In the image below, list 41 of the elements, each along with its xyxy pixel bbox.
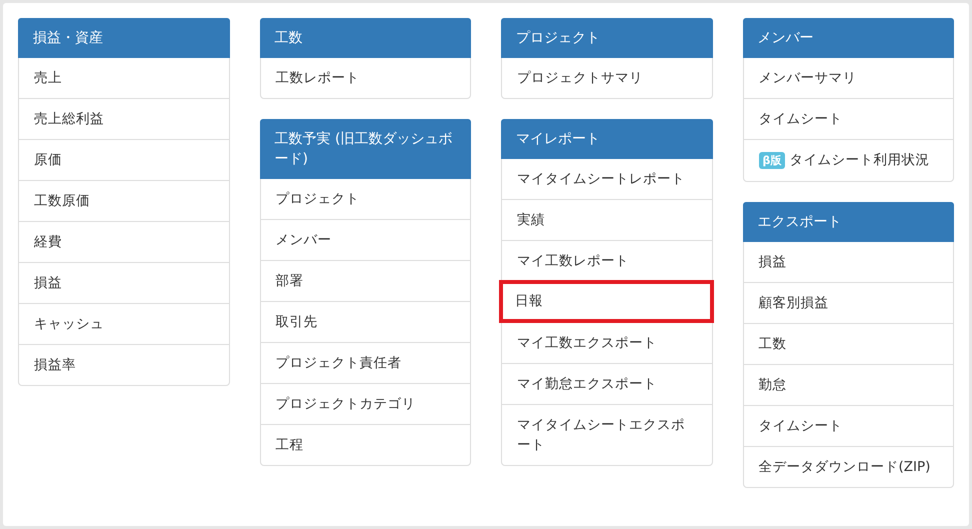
menu-link[interactable]: 勤怠 [744, 364, 953, 405]
panel-title: エクスポート [742, 202, 954, 242]
menu-link[interactable]: 経費 [19, 221, 228, 262]
menu-link[interactable]: 日報 [499, 280, 714, 323]
panel-title: 工数 [260, 18, 471, 58]
menu-link[interactable]: メンバーサマリ [744, 58, 953, 98]
beta-badge: β版 [758, 152, 786, 169]
menu-link[interactable]: マイ工数レポート [502, 240, 712, 281]
menu-link[interactable]: 売上総利益 [19, 98, 228, 139]
menu-link[interactable]: 全データダウンロード(ZIP) [744, 446, 953, 487]
menu-link[interactable]: プロジェクト [260, 179, 470, 219]
menu-link[interactable]: 部署 [260, 260, 470, 301]
menu-link[interactable]: マイ工数エクスポート [502, 322, 712, 363]
panel-title: 工数予実 (旧工数ダッシュボード) [260, 119, 471, 179]
menu-link[interactable]: 工程 [260, 424, 470, 465]
menu-link[interactable]: 取引先 [260, 301, 470, 342]
menu-link[interactable]: 損益 [19, 262, 228, 303]
menu-link[interactable]: マイタイムシートエクスポート [502, 404, 712, 465]
menu-link[interactable]: マイ勤怠エクスポート [502, 363, 712, 404]
panel-title: メンバー [742, 18, 954, 58]
menu-link[interactable]: マイタイムシートレポート [502, 159, 712, 199]
menu-link[interactable]: 原価 [19, 139, 228, 180]
menu-link[interactable]: 損益率 [19, 344, 228, 385]
menu-link[interactable]: 工数原価 [19, 180, 228, 221]
menu-link[interactable]: プロジェクトカテゴリ [260, 383, 470, 424]
menu-link[interactable]: 売上 [19, 58, 228, 98]
menu-link[interactable]: 工数レポート [260, 58, 470, 98]
menu-link[interactable]: タイムシート [744, 405, 953, 446]
menu-link[interactable]: タイムシート [744, 98, 953, 139]
menu-link[interactable]: プロジェクトサマリ [502, 58, 712, 98]
menu-link[interactable]: 工数 [744, 323, 953, 364]
menu-link[interactable]: β版 タイムシート利用状況 [744, 139, 953, 181]
menu-link[interactable]: 損益 [744, 242, 953, 282]
menu-link[interactable]: 顧客別損益 [744, 282, 953, 323]
menu-link[interactable]: 実績 [502, 199, 712, 240]
panel-title: プロジェクト [501, 18, 712, 58]
menu-link[interactable]: メンバー [260, 219, 470, 260]
menu-link[interactable]: プロジェクト責任者 [260, 342, 470, 383]
panel-title: 損益・資産 [18, 18, 230, 58]
menu-link[interactable]: キャッシュ [19, 303, 228, 344]
panel-title: マイレポート [501, 119, 712, 159]
